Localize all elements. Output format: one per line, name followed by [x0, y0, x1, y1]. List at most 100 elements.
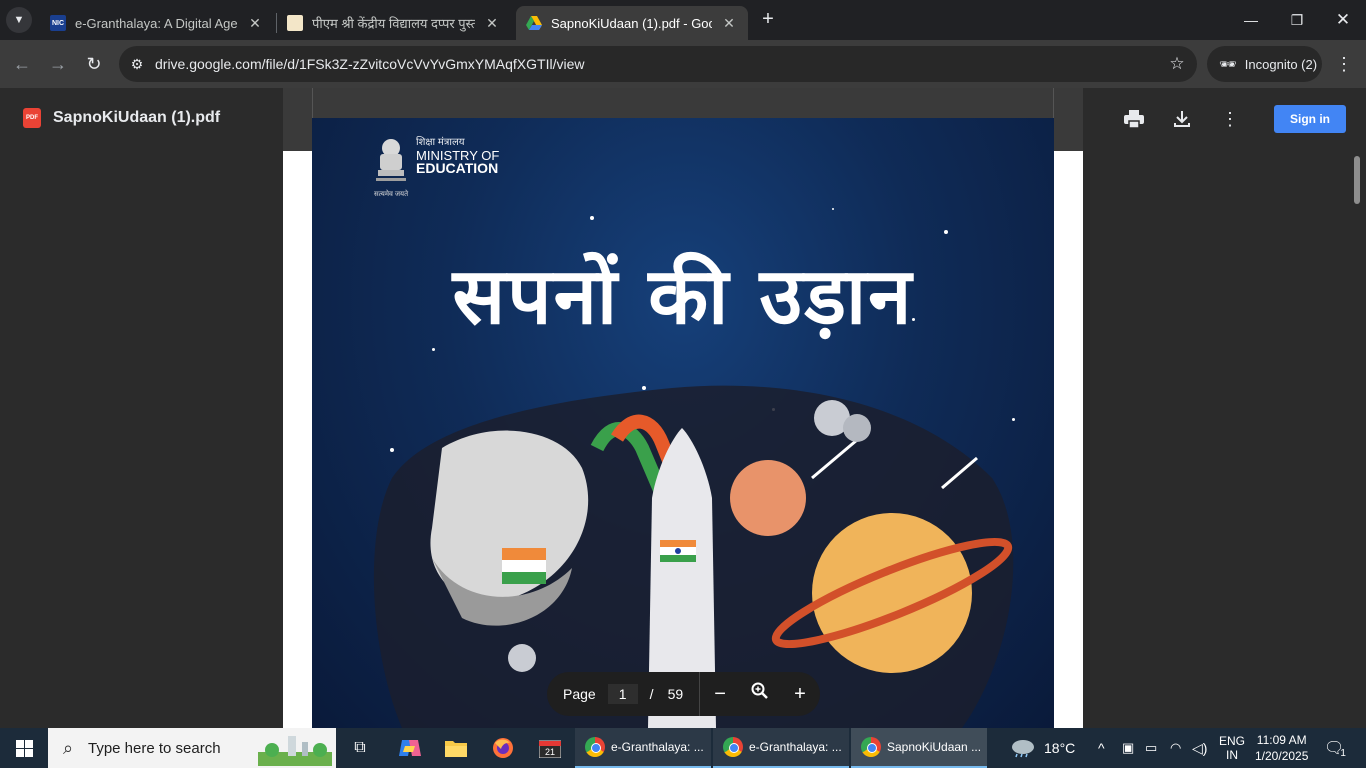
folder-icon: [445, 741, 467, 757]
site-info-icon[interactable]: ⚙: [119, 56, 155, 73]
zoom-in-button[interactable]: +: [780, 683, 820, 706]
taskbar-app-label: e-Granthalaya: ...: [611, 740, 704, 754]
close-tab-icon[interactable]: ✕: [483, 15, 501, 32]
chrome-icon: [861, 737, 881, 757]
browser-toolbar: ← → ↻ ⚙ drive.google.com/file/d/1FSk3Z-z…: [0, 40, 1366, 88]
pdf-viewer: शिक्षा मंत्रालय MINISTRY OF EDUCATION सत…: [0, 88, 1366, 728]
ministry-logo: शिक्षा मंत्रालय MINISTRY OF EDUCATION: [374, 136, 499, 188]
restore-icon: ❐: [1290, 11, 1304, 28]
ministry-hindi: शिक्षा मंत्रालय: [416, 137, 465, 148]
notification-count: 1: [1340, 747, 1346, 759]
task-view-icon: ⧉: [354, 739, 366, 756]
tab-title: e-Granthalaya: A Digital Agenda: [75, 15, 238, 31]
download-icon: [1174, 111, 1190, 127]
star-dot: [432, 348, 435, 351]
ministry-line2: EDUCATION: [416, 160, 499, 176]
taskbar-app-label: SapnoKiUdaan ...: [887, 740, 982, 754]
incognito-icon: 🕶: [1219, 55, 1237, 72]
wifi-icon[interactable]: ◠: [1170, 728, 1181, 768]
kv-favicon-icon: [287, 15, 303, 31]
file-name: SapnoKiUdaan (1).pdf: [53, 109, 221, 126]
clock[interactable]: 11:09 AM 1/20/2025: [1255, 728, 1308, 768]
tab-e-granthalaya[interactable]: NIC e-Granthalaya: A Digital Agenda ✕: [40, 6, 274, 40]
close-tab-icon[interactable]: ✕: [720, 15, 738, 32]
close-tab-icon[interactable]: ✕: [246, 15, 264, 32]
total-pages: 59: [667, 686, 684, 702]
more-vert-icon: ⋮: [1221, 108, 1239, 129]
sign-in-button[interactable]: Sign in: [1274, 105, 1346, 133]
firefox-icon: [493, 738, 513, 758]
file-explorer-button[interactable]: [433, 728, 479, 768]
language-indicator[interactable]: ENG IN: [1219, 728, 1245, 768]
download-button[interactable]: [1169, 106, 1195, 132]
taskbar-chrome-window-2[interactable]: e-Granthalaya: ...: [713, 728, 849, 768]
tab-title: पीएम श्री केंद्रीय विद्यालय दप्पर पुस्तक…: [312, 16, 475, 31]
volume-icon[interactable]: ◁): [1192, 728, 1207, 768]
star-dot: [832, 208, 834, 210]
national-emblem-icon: [376, 139, 406, 181]
reload-button[interactable]: ↻: [80, 50, 108, 78]
current-page-input[interactable]: 1: [607, 684, 638, 704]
minimize-button[interactable]: —: [1228, 0, 1274, 40]
print-button[interactable]: [1121, 106, 1147, 132]
star-dot: [590, 216, 594, 220]
region-code: IN: [1226, 748, 1238, 762]
chevron-down-icon: ▼: [13, 14, 25, 26]
close-window-button[interactable]: ✕: [1320, 0, 1366, 40]
language-code: ENG: [1219, 734, 1246, 748]
tab-title: SapnoKiUdaan (1).pdf - Google Drive: [551, 15, 712, 31]
more-actions-button[interactable]: ⋮: [1217, 106, 1243, 132]
tab-kv-library[interactable]: पीएम श्री केंद्रीय विद्यालय दप्पर पुस्तक…: [277, 6, 511, 40]
url-text[interactable]: drive.google.com/file/d/1FSk3Z-zZvitcoVc…: [155, 56, 1157, 72]
page-border: [312, 88, 1054, 118]
arrow-right-icon: →: [49, 53, 67, 74]
clock-date: 1/20/2025: [1255, 749, 1309, 763]
taskbar-chrome-window-1[interactable]: e-Granthalaya: ...: [575, 728, 711, 768]
taskbar-chrome-window-3[interactable]: SapnoKiUdaan ...: [851, 728, 987, 768]
vertical-scrollbar[interactable]: [1354, 156, 1360, 204]
reload-icon: ↻: [86, 53, 102, 74]
firefox-button[interactable]: [480, 728, 526, 768]
star-dot: [944, 230, 948, 234]
pdf-file-icon: PDF: [23, 108, 41, 128]
chrome-menu-button[interactable]: ⋮: [1332, 52, 1356, 76]
restore-button[interactable]: ❐: [1274, 0, 1320, 40]
emblem-motto: सत्यमेव जयते: [374, 191, 409, 198]
zoom-fit-button[interactable]: [740, 682, 780, 706]
address-bar[interactable]: ⚙ drive.google.com/file/d/1FSk3Z-zZvitco…: [119, 46, 1197, 82]
chrome-icon: [723, 737, 743, 757]
incognito-button[interactable]: 🕶 Incognito (2): [1207, 46, 1322, 82]
tab-sapnokiudaan[interactable]: SapnoKiUdaan (1).pdf - Google Drive ✕: [516, 6, 748, 40]
minimize-icon: —: [1244, 12, 1258, 28]
close-icon: ✕: [1335, 10, 1351, 29]
more-vert-icon: ⋮: [1335, 54, 1353, 74]
file-title: PDF SapnoKiUdaan (1).pdf: [23, 108, 220, 128]
bookmark-star-icon[interactable]: ☆: [1157, 54, 1197, 74]
task-view-button[interactable]: ⧉: [337, 728, 383, 768]
copilot-button[interactable]: [387, 728, 433, 768]
search-placeholder: Type here to search: [88, 739, 221, 757]
page-separator: /: [649, 686, 654, 702]
clock-time: 11:09 AM: [1256, 733, 1307, 747]
search-highlight-icon: [258, 736, 332, 766]
taskbar-search[interactable]: ⌕ Type here to search: [48, 728, 336, 768]
notification-center-button[interactable]: 🗨 1: [1324, 728, 1346, 768]
weather-widget[interactable]: 18°C: [1010, 728, 1075, 768]
tab-search-button[interactable]: ▼: [6, 7, 32, 33]
page-controls: Page 1 / 59 − +: [547, 672, 820, 716]
battery-icon[interactable]: ▭: [1145, 728, 1157, 768]
start-button[interactable]: [0, 728, 48, 768]
svg-text:21: 21: [545, 747, 555, 757]
zoom-out-button[interactable]: −: [700, 683, 740, 706]
planet-shape: [730, 460, 806, 536]
forward-button[interactable]: →: [44, 50, 72, 78]
calendar-app-button[interactable]: 21: [527, 728, 573, 768]
nic-favicon-icon: NIC: [50, 15, 66, 31]
show-hidden-icons-button[interactable]: ^: [1098, 728, 1105, 768]
weather-temp: 18°C: [1044, 740, 1076, 756]
meet-now-icon[interactable]: ▣: [1122, 728, 1134, 768]
print-icon: [1124, 110, 1144, 128]
back-button[interactable]: ←: [8, 50, 36, 78]
cloud-rain-icon: [1012, 740, 1034, 758]
new-tab-button[interactable]: +: [757, 8, 779, 30]
